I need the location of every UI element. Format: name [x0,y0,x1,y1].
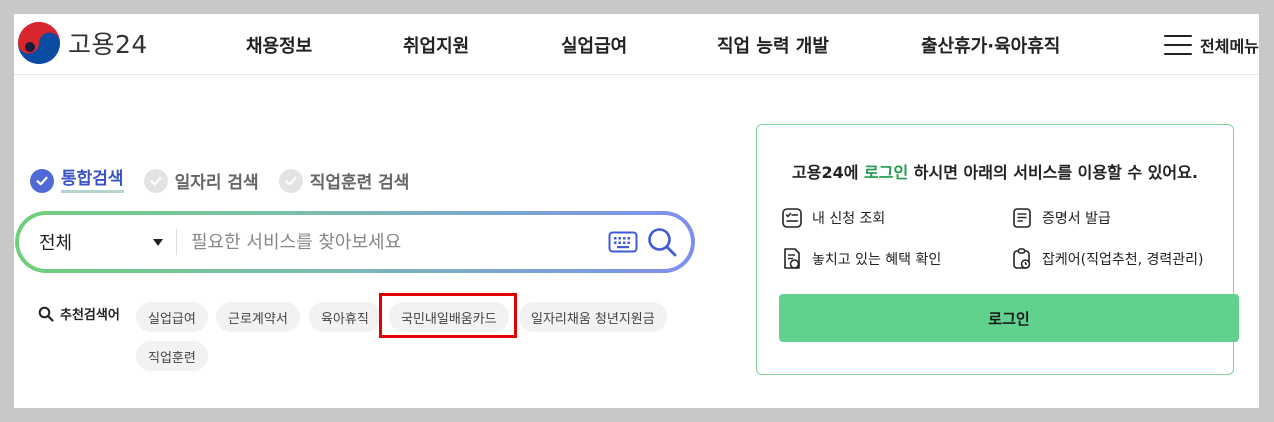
hamburger-icon [1164,34,1192,55]
service-label: 놓치고 있는 혜택 확인 [812,252,942,268]
login-panel-title: 고용24에 로그인 하시면 아래의 서비스를 이용할 수 있어요. [757,159,1233,183]
search-input[interactable] [191,225,591,259]
recommended-label-text: 추천검색어 [60,308,120,323]
search-icon[interactable] [646,226,678,262]
search-tabs: 통합검색 일자리 검색 직업훈련 검색 [30,168,429,193]
login-panel: 고용24에 로그인 하시면 아래의 서비스를 이용할 수 있어요. 내 신청 조… [756,124,1239,375]
keyword-chip[interactable]: 일자리채움 청년지원금 [519,302,667,332]
service-jobcare[interactable]: 잡케어(직업추천, 경력관리) [1011,247,1204,271]
site-logo[interactable]: 고용24 [16,20,148,66]
page-frame: 고용24 채용정보 취업지원 실업급여 직업 능력 개발 출산휴가·육아휴직 전… [14,14,1259,408]
login-button[interactable]: 로그인 [779,294,1239,342]
all-menu-button[interactable]: 전체메뉴 [1164,14,1259,75]
check-circle-icon [30,168,54,193]
keyword-chip[interactable]: 근로계약서 [216,302,300,332]
logo-text: 고용24 [68,30,148,59]
keyboard-icon[interactable] [608,231,638,257]
site-header: 고용24 채용정보 취업지원 실업급여 직업 능력 개발 출산휴가·육아휴직 전… [14,14,1259,75]
service-missed-benefits[interactable]: 놓치고 있는 혜택 확인 [781,247,941,271]
service-my-applications[interactable]: 내 신청 조회 [781,207,885,229]
service-label: 내 신청 조회 [812,211,886,227]
check-circle-icon [278,168,303,193]
search-box: 전체 [15,211,695,273]
jobcare-clipboard-icon [1013,248,1031,269]
benefit-doc-icon [784,248,800,269]
nav-item-vocational-training[interactable]: 직업 능력 개발 [717,14,829,75]
title-prefix: 고용24에 [792,163,865,182]
taegeuk-emblem-icon [18,22,60,64]
service-label: 잡케어(직업추천, 경력관리) [1042,252,1204,268]
title-suffix: 하시면 아래의 서비스를 이용할 수 있어요. [908,163,1198,182]
checklist-icon [782,208,802,228]
check-circle-icon [143,168,168,193]
nav-item-unemployment-benefit[interactable]: 실업급여 [561,14,627,75]
keyword-chip[interactable]: 실업급여 [136,302,208,332]
nav-item-jobs[interactable]: 채용정보 [246,14,312,75]
tab-label: 직업훈련 검색 [309,173,410,193]
nav-item-maternity-parental-leave[interactable]: 출산휴가·육아휴직 [921,14,1060,75]
service-label: 증명서 발급 [1042,211,1111,227]
tab-integrated-search[interactable]: 통합검색 [30,168,124,193]
highlight-box [379,293,517,338]
recommended-keywords-label: 추천검색어 [38,304,120,323]
nav-item-employment-support[interactable]: 취업지원 [403,14,469,75]
dropdown-arrow-icon[interactable] [153,239,163,246]
search-box-inner: 전체 [19,215,691,269]
tab-label: 일자리 검색 [174,173,259,193]
tab-training-search[interactable]: 직업훈련 검색 [278,168,410,193]
service-certificate[interactable]: 증명서 발급 [1011,207,1111,229]
all-menu-label: 전체메뉴 [1200,36,1259,56]
tab-label: 통합검색 [61,168,124,193]
category-select[interactable]: 전체 [39,215,72,269]
certificate-icon [1013,208,1031,228]
search-divider [176,229,177,255]
title-accent: 로그인 [864,163,909,182]
search-icon [38,306,54,322]
tab-job-search[interactable]: 일자리 검색 [143,168,259,193]
keyword-chip[interactable]: 육아휴직 [309,302,381,332]
keyword-chip[interactable]: 직업훈련 [136,341,208,371]
